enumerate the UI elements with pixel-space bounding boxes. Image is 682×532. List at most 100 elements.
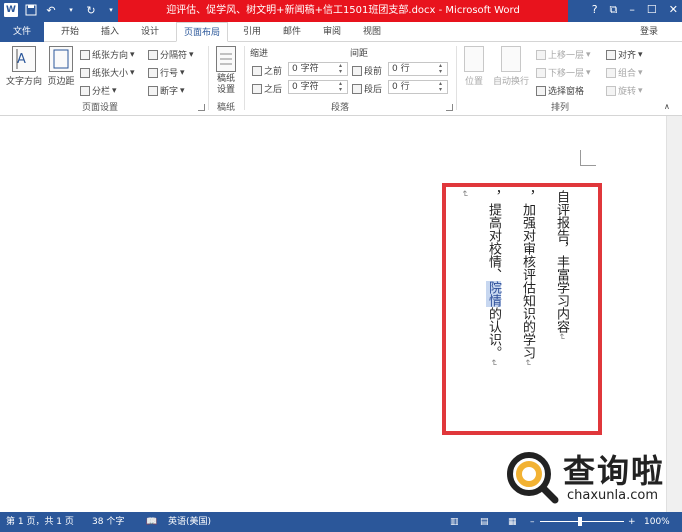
maximize-icon[interactable]: ☐ (647, 3, 657, 17)
margins-label: 页边距 (47, 77, 75, 87)
text-column-4[interactable]: ↵ (456, 190, 472, 198)
watermark-url: chaxunla.com (567, 488, 658, 503)
undo-icon[interactable]: ↶ (44, 3, 58, 17)
text-line-3a: ，提高对校情、 (486, 190, 501, 281)
status-bar: 第 1 页，共 1 页 38 个字 📖 英语(美国) ▥ ▤ ▦ – + 100… (0, 512, 682, 532)
web-layout-icon[interactable]: ▦ (508, 512, 517, 532)
hyphenation-label: 断字 (160, 87, 179, 97)
zoom-in-icon[interactable]: + (628, 512, 636, 532)
columns-button[interactable]: 分栏 ▾ (80, 84, 117, 97)
redo-icon[interactable]: ↻ (84, 3, 98, 17)
wrap-text-label: 自动换行 (492, 77, 529, 87)
tab-page-layout[interactable]: 页面布局 (176, 22, 228, 42)
zoom-level[interactable]: 100% (644, 512, 670, 532)
breaks-icon (148, 49, 158, 60)
word-app-icon[interactable]: W (4, 3, 18, 17)
word-count[interactable]: 38 个字 (92, 512, 124, 532)
paragraph-mark: ↵ (556, 333, 566, 341)
arrange-group-label: 排列 (550, 103, 569, 113)
page-setup-group-label: 页面设置 (81, 103, 118, 113)
breaks-button[interactable]: 分隔符 ▾ (148, 48, 194, 61)
indent-before-input[interactable]: 0 字符 (288, 62, 348, 76)
tab-design[interactable]: 设计 (136, 22, 164, 42)
zoom-slider-thumb[interactable] (578, 517, 582, 526)
size-label: 纸张大小 (92, 69, 129, 79)
text-column-1[interactable]: 自评报告，丰富学习内容↵ (553, 190, 569, 341)
highlighted-text: 院情 (486, 281, 501, 307)
close-icon[interactable]: ✕ (669, 3, 678, 17)
line-numbers-button[interactable]: 行号 ▾ (148, 66, 185, 79)
group-separator (208, 46, 209, 110)
watermark: 查询啦 chaxunla.com (503, 448, 682, 510)
orientation-button[interactable]: 纸张方向 ▾ (80, 48, 135, 61)
ribbon-display-options-icon[interactable]: ⧉ (610, 3, 618, 17)
wrap-text-button[interactable]: 自动换行 (490, 46, 532, 87)
space-before-input[interactable]: 0 行 (388, 62, 448, 76)
position-label: 位置 (464, 77, 483, 87)
text-direction-button[interactable]: A 文字方向 (4, 46, 44, 87)
breaks-label: 分隔符 (160, 51, 188, 61)
space-after-icon (352, 83, 362, 94)
ribbon-tabs: 文件 开始 插入 设计 页面布局 引用 邮件 审阅 视图 登录 (0, 22, 682, 42)
hyphenation-button[interactable]: 断字 ▾ (148, 84, 185, 97)
rotate-button[interactable]: 旋转 ▾ (606, 84, 643, 97)
columns-icon (80, 85, 90, 96)
help-icon[interactable]: ? (592, 3, 598, 17)
page-setup-dialog-launcher[interactable] (198, 104, 205, 111)
rotate-icon (606, 85, 616, 96)
tab-insert[interactable]: 插入 (96, 22, 124, 42)
tab-view[interactable]: 视图 (358, 22, 386, 42)
group-button[interactable]: 组合 ▾ (606, 66, 643, 79)
orientation-label: 纸张方向 (92, 51, 129, 61)
tab-review[interactable]: 审阅 (318, 22, 346, 42)
paragraph-dialog-launcher[interactable] (446, 104, 453, 111)
bring-forward-icon (536, 49, 546, 60)
zoom-slider[interactable] (540, 521, 624, 522)
paragraph-mark: ↵ (488, 359, 498, 367)
size-button[interactable]: 纸张大小 ▾ (80, 66, 135, 79)
align-button[interactable]: 对齐 ▾ (606, 48, 643, 61)
text-column-3[interactable]: ，提高对校情、院情的认识。↵ (485, 190, 501, 367)
language[interactable]: 英语(美国) (168, 512, 211, 532)
customize-qat-icon[interactable]: ▾ (104, 3, 118, 17)
proofing-icon[interactable]: 📖 (146, 512, 157, 532)
undo-dropdown-icon[interactable]: ▾ (64, 3, 78, 17)
collapse-ribbon-icon[interactable]: ∧ (664, 102, 670, 111)
manuscript-group-label: 稿纸 (216, 103, 235, 113)
send-backward-button[interactable]: 下移一层 ▾ (536, 66, 591, 79)
indent-left-icon (252, 65, 262, 76)
title-bar: W ↶ ▾ ↻ ▾ 迎评估、促学风、树文明+新闻稿+信工1501班团支部.doc… (0, 0, 682, 22)
margins-button[interactable]: 页边距 (46, 46, 76, 87)
tab-home[interactable]: 开始 (56, 22, 84, 42)
tab-mailings[interactable]: 邮件 (278, 22, 306, 42)
bring-forward-button[interactable]: 上移一层 ▾ (536, 48, 591, 61)
space-after-label: 段后 (352, 82, 382, 95)
quick-access-toolbar: W ↶ ▾ ↻ ▾ (4, 3, 118, 17)
zoom-out-icon[interactable]: – (530, 512, 535, 532)
paragraph-group-label: 段落 (330, 103, 349, 113)
space-before-label: 段前 (352, 64, 382, 77)
columns-label: 分栏 (92, 87, 111, 97)
tab-file[interactable]: 文件 (0, 22, 44, 42)
indent-after-input[interactable]: 0 字符 (288, 80, 348, 94)
manuscript-icon (216, 46, 236, 72)
page-count[interactable]: 第 1 页，共 1 页 (6, 512, 74, 532)
read-mode-icon[interactable]: ▥ (450, 512, 459, 532)
space-after-input[interactable]: 0 行 (388, 80, 448, 94)
text-line-2: ，加强对审核评估知识的学习 (520, 190, 535, 359)
minimize-icon[interactable]: – (629, 3, 635, 17)
print-layout-icon[interactable]: ▤ (480, 512, 489, 532)
send-backward-icon (536, 67, 546, 78)
wrap-text-icon (501, 46, 521, 72)
line-numbers-icon (148, 67, 158, 78)
text-line-1: 自评报告，丰富学习内容 (554, 190, 569, 333)
tab-references[interactable]: 引用 (238, 22, 266, 42)
position-button[interactable]: 位置 (460, 46, 488, 87)
sign-in-link[interactable]: 登录 (640, 22, 658, 42)
manuscript-setup-button[interactable]: 稿纸 设置 (212, 46, 240, 96)
selection-pane-button[interactable]: 选择窗格 (536, 84, 584, 97)
indent-before-label: 之前 (252, 64, 282, 77)
text-column-2[interactable]: ，加强对审核评估知识的学习↵ (519, 190, 535, 367)
indent-after-label: 之后 (252, 82, 282, 95)
save-icon[interactable] (24, 3, 38, 17)
